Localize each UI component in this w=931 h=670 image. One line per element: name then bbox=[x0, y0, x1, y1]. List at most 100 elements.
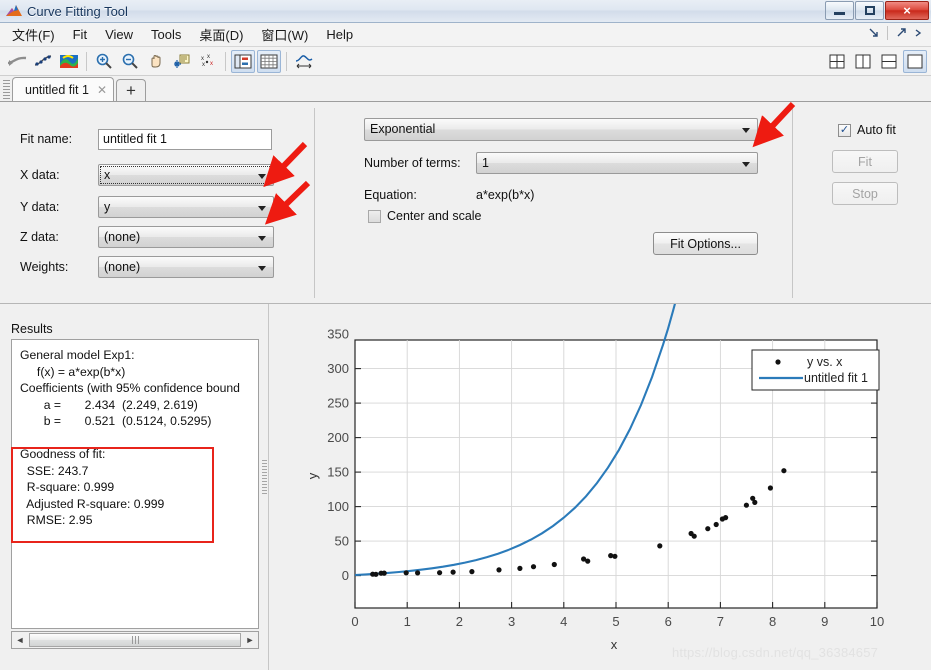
results-horizontal-scrollbar[interactable]: ◄ ► bbox=[11, 631, 259, 649]
svg-text:200: 200 bbox=[327, 430, 349, 445]
surface-plot-icon[interactable] bbox=[57, 50, 81, 73]
z-data-value: (none) bbox=[104, 230, 141, 244]
chevron-down-icon bbox=[258, 206, 266, 211]
fit-options-button[interactable]: Fit Options... bbox=[653, 232, 758, 255]
layout-grid-icon[interactable] bbox=[825, 50, 849, 73]
zoom-out-icon[interactable] bbox=[118, 50, 142, 73]
scrollbar-thumb[interactable] bbox=[29, 633, 241, 647]
results-line bbox=[20, 430, 252, 447]
data-cursor-icon[interactable] bbox=[170, 50, 194, 73]
dock-arrow-icon[interactable] bbox=[893, 25, 909, 41]
menu-fit[interactable]: Fit bbox=[64, 25, 96, 44]
y-data-dropdown[interactable]: y bbox=[98, 196, 274, 218]
model-type-dropdown[interactable]: Exponential bbox=[364, 117, 758, 141]
add-fit-tab-button[interactable]: + bbox=[116, 79, 146, 101]
y-data-value: y bbox=[104, 200, 111, 214]
fit-plot-panel[interactable]: 0 50 100 150 200 250 300 350 0 1 2 3 4 5… bbox=[270, 304, 931, 670]
dock-extra-icon[interactable] bbox=[911, 25, 927, 41]
layout-rows-icon[interactable] bbox=[877, 50, 901, 73]
svg-text:50: 50 bbox=[335, 534, 349, 549]
panel-splitter-grip[interactable] bbox=[262, 460, 267, 496]
tab-close-icon[interactable]: ✕ bbox=[97, 83, 107, 97]
axes-limits-icon[interactable] bbox=[292, 50, 316, 73]
plot-legend: y vs. x untitled fit 1 bbox=[751, 349, 880, 391]
svg-text:0: 0 bbox=[342, 568, 349, 583]
panel-splitter[interactable] bbox=[268, 304, 269, 670]
chevron-down-icon bbox=[742, 127, 750, 133]
config-divider-1 bbox=[314, 108, 315, 298]
svg-text:5: 5 bbox=[612, 614, 619, 629]
center-and-scale-label: Center and scale bbox=[387, 209, 482, 223]
results-line: Coefficients (with 95% confidence bound bbox=[20, 381, 240, 395]
tab-untitled-fit-1[interactable]: untitled fit 1 ✕ bbox=[12, 77, 114, 101]
auto-fit-checkbox[interactable]: ✓ Auto fit bbox=[838, 123, 896, 137]
scroll-right-arrow-icon[interactable]: ► bbox=[242, 633, 258, 648]
scroll-left-arrow-icon[interactable]: ◄ bbox=[12, 633, 28, 648]
menu-desktop[interactable]: 桌面(D) bbox=[190, 23, 252, 46]
terms-dropdown[interactable]: 1 bbox=[476, 152, 758, 174]
minimize-icon bbox=[834, 12, 845, 15]
config-divider-2 bbox=[792, 108, 793, 298]
results-line: a = 2.434 (2.249, 2.619) bbox=[20, 397, 198, 412]
svg-text:300: 300 bbox=[327, 361, 349, 376]
data-points-icon[interactable] bbox=[31, 50, 55, 73]
fit-plot-svg: 0 50 100 150 200 250 300 350 0 1 2 3 4 5… bbox=[270, 304, 931, 670]
results-title: Results bbox=[11, 322, 53, 336]
z-data-row: Z data: (none) bbox=[20, 226, 274, 248]
results-line: Adjusted R-square: 0.999 bbox=[20, 496, 165, 511]
results-text-box[interactable]: General model Exp1: f(x) = a*exp(b*x) Co… bbox=[11, 339, 259, 629]
minimize-button[interactable] bbox=[825, 1, 854, 20]
center-and-scale-box-icon bbox=[368, 209, 381, 223]
equation-value: a*exp(b*x) bbox=[476, 188, 535, 202]
fit-configuration-panel: Fit name: untitled fit 1 X data: x Y dat… bbox=[0, 102, 931, 304]
svg-text:x: x bbox=[210, 61, 213, 67]
auto-fit-label: Auto fit bbox=[857, 123, 896, 137]
stop-button[interactable]: Stop bbox=[832, 182, 898, 205]
fit-name-label: Fit name: bbox=[20, 132, 73, 146]
scrollbar-grip-icon bbox=[131, 636, 139, 644]
layout-columns-icon[interactable] bbox=[851, 50, 875, 73]
x-data-dropdown[interactable]: x bbox=[98, 164, 274, 186]
menu-tools[interactable]: Tools bbox=[142, 25, 190, 44]
x-data-row: X data: x bbox=[20, 164, 274, 186]
fit-curve-icon[interactable] bbox=[5, 50, 29, 73]
menu-view[interactable]: View bbox=[96, 25, 142, 44]
menu-bar: 文件(F) Fit View Tools 桌面(D) 窗口(W) Help bbox=[0, 23, 931, 47]
menu-help[interactable]: Help bbox=[317, 25, 362, 44]
svg-text:3: 3 bbox=[508, 614, 515, 629]
menu-window[interactable]: 窗口(W) bbox=[252, 23, 317, 46]
exclude-outliers-icon[interactable]: x x x x bbox=[196, 50, 220, 73]
z-data-dropdown[interactable]: (none) bbox=[98, 226, 274, 248]
grid-toggle-icon[interactable] bbox=[257, 49, 281, 73]
curve-fitting-tool-window: Curve Fitting Tool × 文件(F) Fit View Tool… bbox=[0, 0, 931, 670]
svg-text:150: 150 bbox=[327, 465, 349, 480]
zoom-in-icon[interactable] bbox=[92, 50, 116, 73]
x-data-label: X data: bbox=[20, 168, 60, 182]
fit-name-input[interactable]: untitled fit 1 bbox=[98, 128, 272, 150]
center-and-scale-checkbox[interactable]: Center and scale bbox=[368, 209, 482, 223]
pan-hand-icon[interactable] bbox=[144, 50, 168, 73]
legend-toggle-icon[interactable] bbox=[231, 49, 255, 73]
results-line: f(x) = a*exp(b*x) bbox=[20, 364, 126, 379]
toolbar-divider-3 bbox=[286, 51, 287, 71]
svg-text:350: 350 bbox=[327, 327, 349, 342]
menu-file[interactable]: 文件(F) bbox=[3, 23, 64, 46]
undock-arrow-icon[interactable] bbox=[866, 25, 882, 41]
tab-strip-grip[interactable] bbox=[3, 80, 10, 100]
terms-label: Number of terms: bbox=[364, 156, 461, 170]
weights-label: Weights: bbox=[20, 260, 69, 274]
chevron-down-icon bbox=[258, 266, 266, 271]
close-button[interactable]: × bbox=[885, 1, 929, 20]
results-line: b = 0.521 (0.5124, 0.5295) bbox=[20, 414, 212, 428]
svg-text:x: x bbox=[202, 62, 205, 68]
maximize-button[interactable] bbox=[855, 1, 884, 20]
fit-button[interactable]: Fit bbox=[832, 150, 898, 173]
terms-row: Number of terms: 1 bbox=[364, 152, 758, 174]
toolbar-divider-1 bbox=[86, 51, 87, 71]
svg-text:6: 6 bbox=[665, 614, 672, 629]
layout-single-icon[interactable] bbox=[903, 49, 927, 73]
x-data-value: x bbox=[104, 168, 111, 182]
svg-text:7: 7 bbox=[717, 614, 724, 629]
weights-dropdown[interactable]: (none) bbox=[98, 256, 274, 278]
tab-label: untitled fit 1 bbox=[25, 82, 89, 97]
